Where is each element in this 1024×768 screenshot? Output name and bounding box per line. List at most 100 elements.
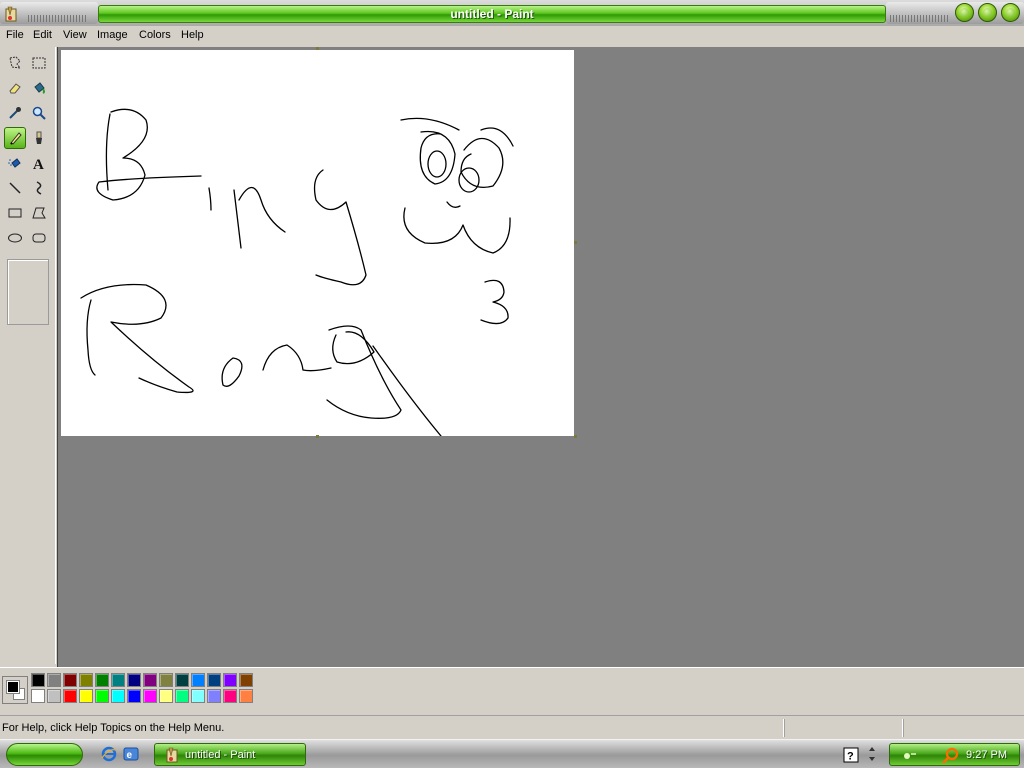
color-swatch[interactable] (239, 689, 253, 703)
internet-explorer-icon[interactable] (101, 746, 117, 762)
text-tool[interactable]: A (28, 152, 50, 174)
taskbar-paint-button[interactable]: untitled - Paint (154, 743, 306, 766)
line-tool[interactable] (4, 177, 26, 199)
outlook-express-icon[interactable]: e (123, 746, 139, 762)
brush-tool[interactable] (28, 127, 50, 149)
system-tray: 9:27 PM (889, 743, 1020, 766)
color-swatch[interactable] (31, 673, 45, 687)
canvas-resize-handle-top (316, 47, 319, 50)
drawing-canvas[interactable] (61, 50, 574, 437)
canvas-drawing (80, 108, 514, 437)
rectangle-tool[interactable] (4, 202, 26, 224)
free-form-select-tool[interactable] (4, 52, 26, 74)
menu-image[interactable]: Image (97, 29, 128, 41)
workspace: A (0, 45, 1024, 667)
network-icon[interactable] (902, 748, 918, 762)
eraser-tool[interactable] (4, 77, 26, 99)
magnifier-tool[interactable] (28, 102, 50, 124)
curve-icon (36, 181, 42, 195)
color-swatch[interactable] (207, 689, 221, 703)
maximize-button[interactable] (978, 3, 997, 22)
color-swatch[interactable] (79, 673, 93, 687)
canvas-scroll-area[interactable] (57, 47, 1024, 667)
rectangle-select-icon (32, 57, 46, 69)
start-button[interactable] (6, 743, 83, 766)
color-swatch[interactable] (223, 689, 237, 703)
search-magnifier-icon[interactable] (942, 747, 960, 764)
status-help-text: For Help, click Help Topics on the Help … (2, 722, 225, 734)
title-bar-left-cap (0, 2, 98, 24)
canvas-resize-handle-bottom[interactable] (316, 435, 319, 438)
menu-help[interactable]: Help (181, 29, 204, 41)
free-form-select-icon (9, 56, 22, 69)
help-icon[interactable]: ? (843, 747, 859, 763)
paint-bucket-icon (34, 82, 45, 94)
tray-scroll-arrows-icon[interactable] (866, 744, 878, 764)
menu-bar: File Edit View Image Colors Help (0, 26, 1024, 45)
text-a-icon: A (33, 157, 44, 171)
current-colors-indicator (2, 676, 28, 704)
color-swatch[interactable] (127, 673, 141, 687)
svg-text:e: e (127, 750, 133, 761)
color-swatch[interactable] (223, 673, 237, 687)
pick-color-tool[interactable] (4, 102, 26, 124)
status-bar: For Help, click Help Topics on the Help … (0, 715, 1024, 739)
svg-text:A: A (33, 157, 44, 171)
color-swatch[interactable] (159, 673, 173, 687)
color-swatch[interactable] (191, 673, 205, 687)
ellipse-icon (8, 233, 22, 243)
line-icon (9, 182, 21, 194)
minimize-button[interactable] (955, 3, 974, 22)
curve-tool[interactable] (28, 177, 50, 199)
magnifier-icon (32, 106, 46, 120)
color-swatch[interactable] (175, 689, 189, 703)
menu-file[interactable]: File (6, 29, 24, 41)
rectangle-select-tool[interactable] (28, 52, 50, 74)
paint-app-icon[interactable] (4, 6, 18, 22)
status-coordinates-pane (784, 719, 902, 737)
color-swatch[interactable] (47, 689, 61, 703)
color-swatch[interactable] (63, 673, 77, 687)
color-swatch[interactable] (31, 689, 45, 703)
polygon-icon (32, 207, 46, 219)
color-swatch[interactable] (79, 689, 93, 703)
color-swatch[interactable] (63, 689, 77, 703)
menu-colors[interactable]: Colors (139, 29, 171, 41)
color-swatch[interactable] (143, 689, 157, 703)
title-bar[interactable]: untitled - Paint (0, 0, 1024, 26)
airbrush-tool[interactable] (4, 152, 26, 174)
rectangle-icon (8, 208, 22, 218)
pencil-tool[interactable] (4, 127, 26, 149)
color-swatch[interactable] (127, 689, 141, 703)
taskbar-clock: 9:27 PM (966, 749, 1007, 761)
pencil-icon (10, 132, 22, 145)
color-swatch[interactable] (47, 673, 61, 687)
menu-edit[interactable]: Edit (33, 29, 52, 41)
menu-view[interactable]: View (63, 29, 87, 41)
title-caption: untitled - Paint (98, 5, 886, 23)
polygon-tool[interactable] (28, 202, 50, 224)
color-swatch[interactable] (111, 673, 125, 687)
rounded-rectangle-tool[interactable] (28, 227, 50, 249)
color-swatch[interactable] (175, 673, 189, 687)
ellipse-tool[interactable] (4, 227, 26, 249)
close-button[interactable] (1001, 3, 1020, 22)
color-swatch[interactable] (111, 689, 125, 703)
paint-taskbar-icon (166, 747, 178, 763)
color-swatch[interactable] (239, 673, 253, 687)
window-title: untitled - Paint (450, 7, 534, 21)
tool-options-box[interactable] (7, 259, 49, 325)
canvas-resize-handle-right[interactable] (574, 241, 577, 244)
color-swatch[interactable] (95, 689, 109, 703)
status-size-pane (903, 719, 1024, 737)
color-swatch[interactable] (207, 673, 221, 687)
airbrush-icon (8, 158, 21, 168)
fill-with-color-tool[interactable] (28, 77, 50, 99)
canvas-resize-handle-corner[interactable] (574, 435, 577, 438)
color-swatch[interactable] (191, 689, 205, 703)
color-swatch[interactable] (143, 673, 157, 687)
color-swatch[interactable] (95, 673, 109, 687)
foreground-color-swatch (6, 680, 20, 694)
color-swatch[interactable] (159, 689, 173, 703)
title-grip (28, 15, 88, 22)
